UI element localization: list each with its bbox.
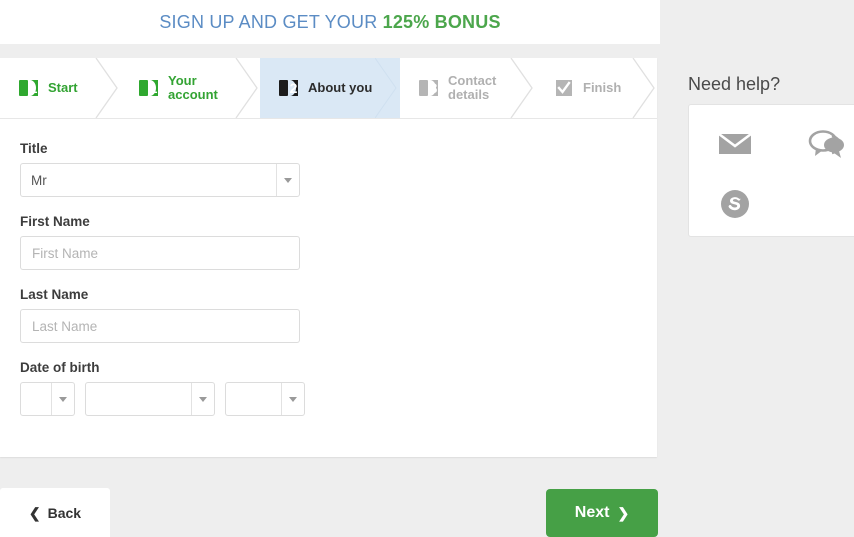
step-number-1-green-icon: 1 — [138, 77, 160, 99]
wizard-step-your-account-label: Your account — [168, 73, 218, 102]
dob-month-select[interactable] — [85, 382, 215, 416]
chevron-left-icon: ❮ — [28, 504, 41, 521]
wizard-step-contact-details-label: Contact details — [448, 73, 497, 102]
last-name-input[interactable] — [20, 309, 300, 343]
wizard-step-finish[interactable]: Finish — [535, 58, 657, 118]
promo-prefix: SIGN UP AND GET YOUR — [159, 11, 383, 32]
wizard-step-start[interactable]: 1 Start — [0, 58, 120, 118]
promo-header: SIGN UP AND GET YOUR 125% BONUS — [0, 0, 660, 44]
promo-headline: SIGN UP AND GET YOUR 125% BONUS — [159, 12, 500, 33]
last-name-label: Last Name — [20, 287, 89, 302]
check-badge-grey-icon — [553, 77, 575, 99]
svg-text:3: 3 — [430, 80, 438, 96]
help-icon-list — [689, 105, 854, 221]
help-title: Need help? — [688, 74, 781, 94]
title-label: Title — [20, 141, 48, 156]
step-divider-chevron-icon — [95, 58, 121, 118]
envelope-icon[interactable] — [715, 127, 755, 161]
back-button[interactable]: ❮ Back — [0, 488, 110, 537]
wizard-step-your-account[interactable]: 1 Your account — [120, 58, 260, 118]
step-divider-chevron-icon — [510, 58, 536, 118]
svg-text:1: 1 — [30, 80, 38, 96]
dob-month-value — [86, 383, 191, 415]
field-group-title: Title Mr — [20, 141, 637, 197]
dob-year-value — [226, 383, 281, 415]
signup-wizard-card: 1 Start 1 Your account 2 About you 3 Con… — [0, 58, 657, 457]
wizard-step-finish-label: Finish — [583, 80, 622, 95]
chevron-right-icon: ❯ — [617, 505, 630, 521]
step-number-1-green-icon: 1 — [18, 77, 40, 99]
wizard-step-contact-details[interactable]: 3 Contact details — [400, 58, 535, 118]
field-group-first-name: First Name — [20, 214, 637, 270]
chat-bubbles-icon[interactable] — [807, 127, 847, 161]
back-button-label: Back — [47, 504, 82, 521]
field-group-last-name: Last Name — [20, 287, 637, 343]
title-select-value: Mr — [31, 172, 47, 188]
header-gap-strip — [0, 44, 660, 58]
dob-year-select[interactable] — [225, 382, 305, 416]
help-card — [688, 104, 854, 237]
svg-text:1: 1 — [150, 80, 158, 96]
chevron-down-icon[interactable] — [51, 383, 74, 415]
wizard-step-about-you-label: About you — [308, 80, 373, 95]
first-name-input[interactable] — [20, 236, 300, 270]
wizard-step-bar: 1 Start 1 Your account 2 About you 3 Con… — [0, 58, 657, 119]
step-number-3-grey-icon: 3 — [418, 77, 440, 99]
skype-icon[interactable] — [715, 187, 755, 221]
wizard-step-about-you[interactable]: 2 About you — [260, 58, 400, 118]
promo-bonus: 125% BONUS — [382, 11, 501, 32]
first-name-label: First Name — [20, 214, 90, 229]
wizard-step-start-label: Start — [48, 80, 78, 95]
help-sidebar: Need help? — [660, 44, 854, 537]
date-of-birth-label: Date of birth — [20, 360, 100, 375]
step-divider-chevron-icon — [235, 58, 261, 118]
step-number-2-dark-icon: 2 — [278, 77, 300, 99]
next-button-label: Next — [574, 504, 610, 521]
title-select[interactable]: Mr — [20, 163, 300, 197]
chevron-down-icon[interactable] — [276, 164, 299, 196]
svg-text:2: 2 — [290, 80, 298, 96]
chevron-down-icon[interactable] — [191, 383, 214, 415]
dob-day-value — [21, 383, 51, 415]
field-group-date-of-birth: Date of birth — [20, 360, 637, 416]
step-divider-chevron-icon — [375, 58, 401, 118]
next-button[interactable]: Next ❯ — [546, 489, 658, 537]
about-you-form: Title Mr First Name Last Name Date of bi… — [0, 119, 657, 457]
date-of-birth-row — [20, 382, 637, 416]
dob-day-select[interactable] — [20, 382, 75, 416]
chevron-down-icon[interactable] — [281, 383, 304, 415]
step-divider-chevron-icon — [632, 58, 657, 118]
